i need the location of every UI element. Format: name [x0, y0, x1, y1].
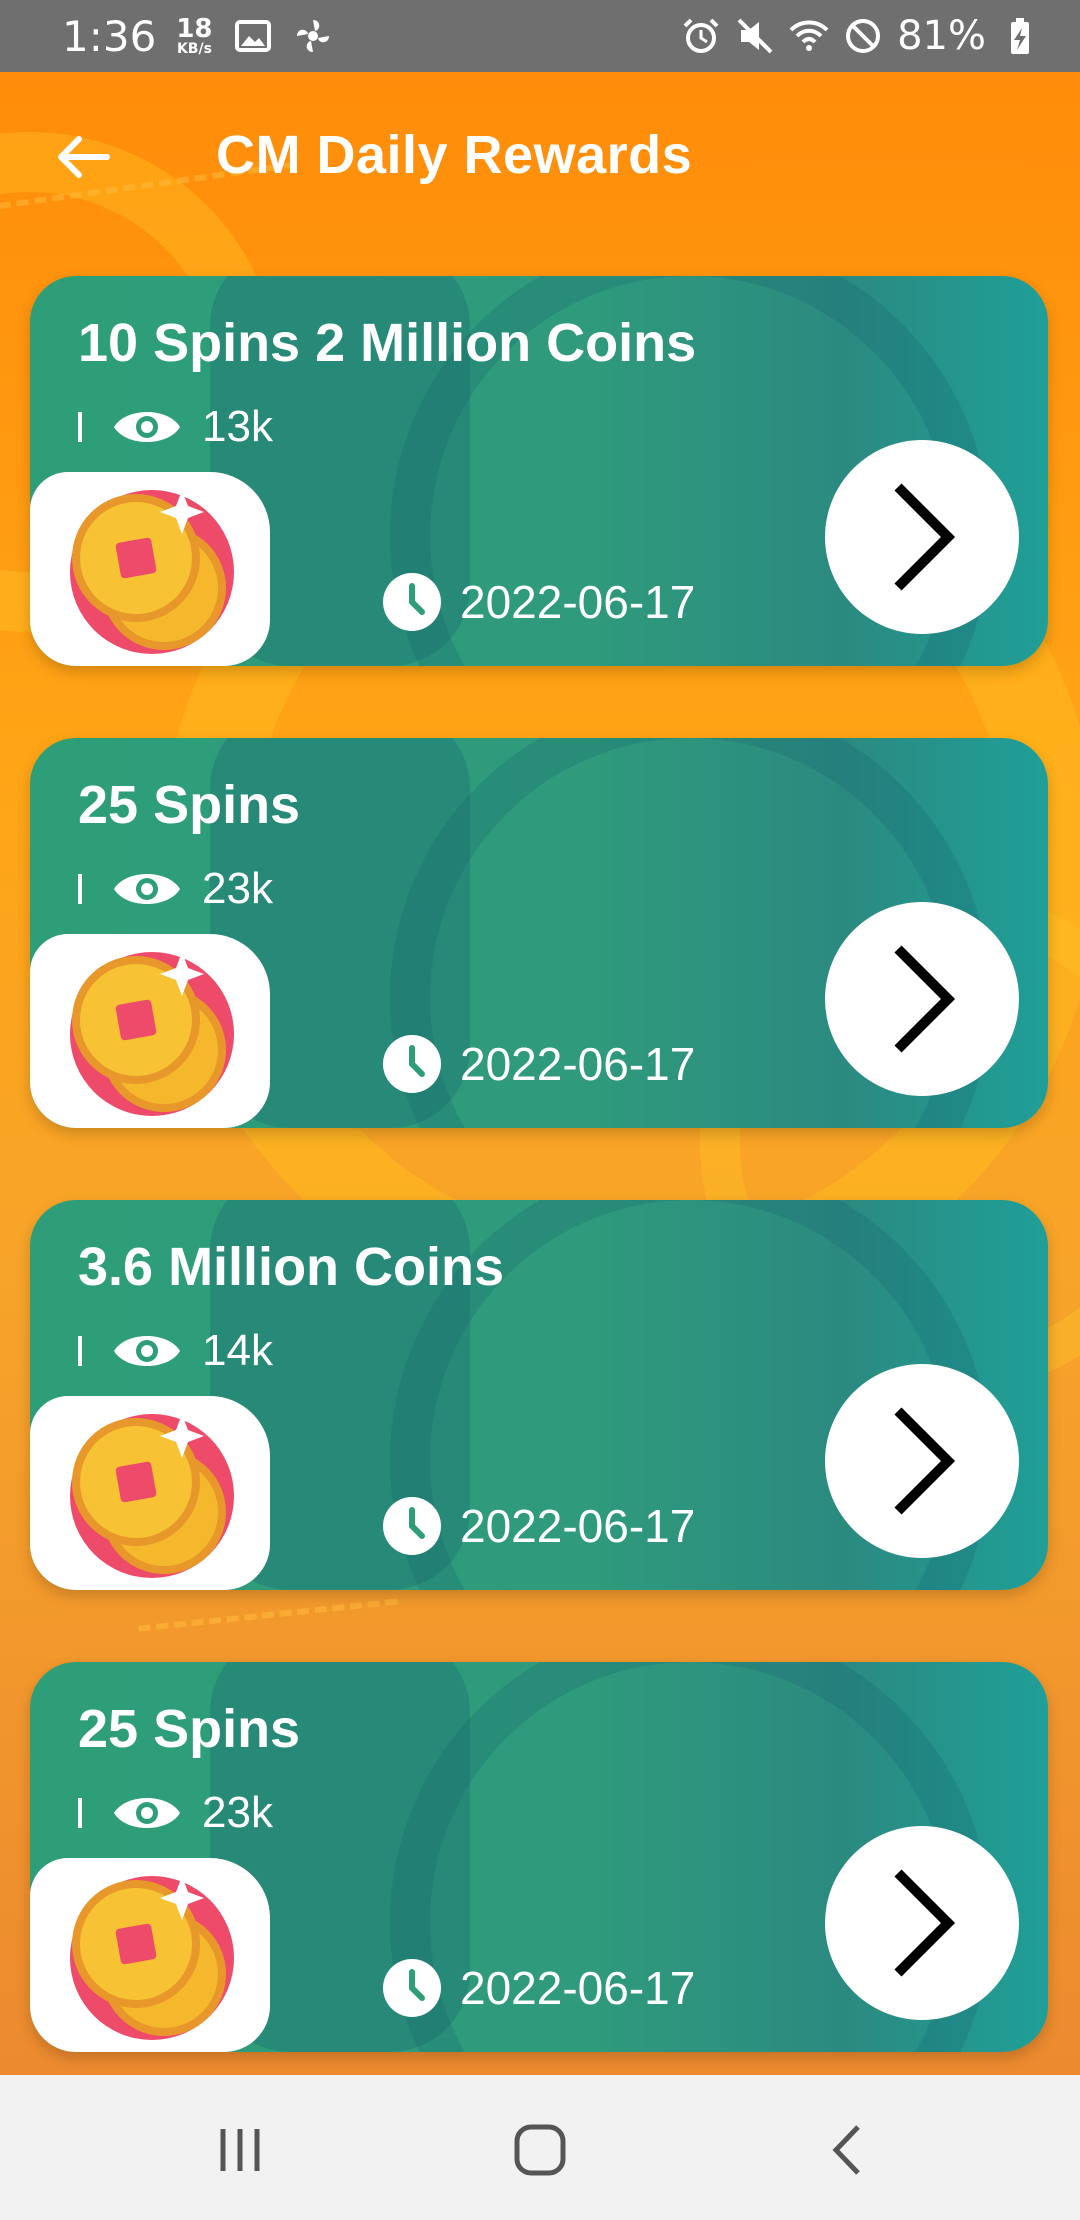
eye-icon: [114, 874, 180, 904]
views-count: 13k: [78, 402, 273, 452]
nav-back-button[interactable]: [806, 2115, 886, 2185]
image-icon: [234, 20, 271, 52]
network-speed: 18 KB/s: [176, 16, 212, 56]
reward-card[interactable]: 3.6 Million Coins 14k 2022-06-17: [30, 1200, 1048, 1590]
clock-icon: [383, 573, 441, 631]
app-content: CM Daily Rewards 10 Spins 2 Million Coin…: [0, 72, 1080, 2075]
reward-thumbnail: [30, 1396, 270, 1590]
views-value: 14k: [202, 1326, 273, 1375]
date-value: 2022-06-17: [460, 1038, 696, 1090]
do-not-disturb-icon: [846, 19, 881, 53]
coin-icon: [70, 490, 234, 654]
back-button[interactable]: [48, 122, 118, 192]
home-icon: [514, 2124, 566, 2176]
divider: [78, 874, 82, 904]
reward-thumbnail: [30, 472, 270, 666]
reward-title: 25 Spins: [78, 775, 301, 835]
system-nav-bar: [0, 2075, 1080, 2220]
reward-date: 2022-06-17: [382, 572, 695, 632]
date-value: 2022-06-17: [460, 576, 696, 628]
views-count: 14k: [78, 1326, 273, 1376]
alarm-icon: [683, 18, 719, 53]
page-title: CM Daily Rewards: [216, 125, 693, 185]
clock-icon: [383, 1959, 441, 2017]
chevron-right-icon: [894, 483, 956, 591]
status-bar: 1:36 18 KB/s 81%: [0, 0, 1080, 72]
views-count: 23k: [78, 1788, 273, 1838]
coin-icon: [70, 1876, 234, 2040]
reward-date: 2022-06-17: [382, 1958, 695, 2018]
reward-title: 10 Spins 2 Million Coins: [78, 313, 697, 373]
open-reward-button[interactable]: [825, 1364, 1019, 1558]
network-speed-unit: KB/s: [176, 41, 212, 57]
background-zigzag: [138, 1598, 402, 1672]
reward-thumbnail: [30, 1858, 270, 2052]
views-value: 13k: [202, 402, 273, 451]
eye-icon: [114, 1798, 180, 1828]
reward-card[interactable]: 25 Spins 23k 2022-06-17: [30, 738, 1048, 1128]
clock-icon: [383, 1035, 441, 1093]
reward-date: 2022-06-17: [382, 1034, 695, 1094]
open-reward-button[interactable]: [825, 1826, 1019, 2020]
reward-date: 2022-06-17: [382, 1496, 695, 1556]
open-reward-button[interactable]: [825, 902, 1019, 1096]
mute-icon: [737, 18, 773, 54]
battery-charging-icon: [1011, 18, 1029, 54]
date-value: 2022-06-17: [460, 1962, 696, 2014]
divider: [78, 1798, 82, 1828]
status-time: 1:36: [62, 11, 157, 61]
recent-apps-icon: [220, 2129, 260, 2171]
views-count: 23k: [78, 864, 273, 914]
divider: [78, 1336, 82, 1366]
wifi-icon: [789, 20, 829, 51]
divider: [78, 412, 82, 442]
reward-card[interactable]: 25 Spins 23k 2022-06-17: [30, 1662, 1048, 2052]
coin-icon: [70, 1414, 234, 1578]
reward-title: 3.6 Million Coins: [78, 1237, 505, 1297]
reward-card[interactable]: 10 Spins 2 Million Coins 13k 2022-06-17: [30, 276, 1048, 666]
app-header: CM Daily Rewards: [0, 72, 1080, 242]
chevron-right-icon: [894, 945, 956, 1053]
back-arrow-icon: [58, 136, 110, 178]
home-button[interactable]: [500, 2115, 580, 2185]
open-reward-button[interactable]: [825, 440, 1019, 634]
settings-fan-icon: [296, 20, 329, 52]
clock-icon: [383, 1497, 441, 1555]
reward-thumbnail: [30, 934, 270, 1128]
eye-icon: [114, 1336, 180, 1366]
network-speed-value: 18: [176, 14, 213, 44]
battery-percent: 81%: [897, 13, 986, 59]
recent-apps-button[interactable]: [200, 2115, 280, 2185]
chevron-right-icon: [894, 1407, 956, 1515]
eye-icon: [114, 412, 180, 442]
views-value: 23k: [202, 864, 273, 913]
reward-title: 25 Spins: [78, 1699, 301, 1759]
views-value: 23k: [202, 1788, 273, 1837]
date-value: 2022-06-17: [460, 1500, 696, 1552]
chevron-right-icon: [894, 1869, 956, 1977]
coin-icon: [70, 952, 234, 1116]
back-icon: [832, 2125, 860, 2175]
